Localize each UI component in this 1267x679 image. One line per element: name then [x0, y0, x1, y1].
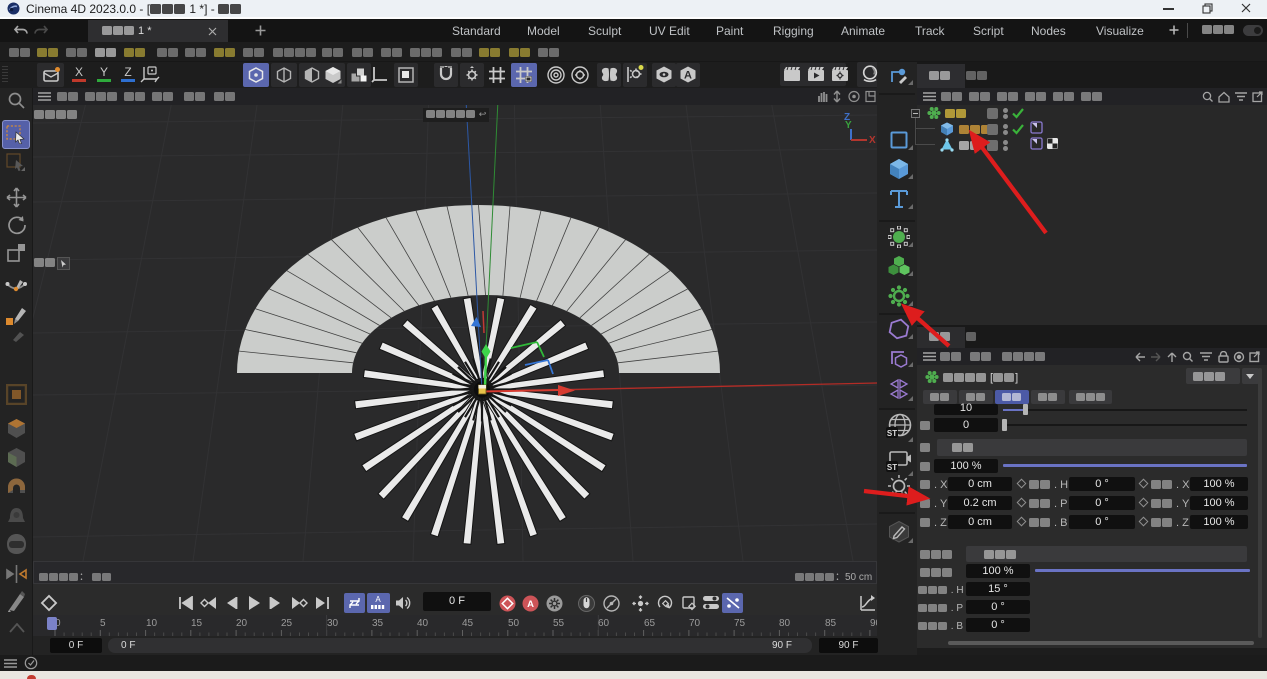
svg-text:ST: ST [887, 463, 897, 472]
svg-text:15: 15 [191, 618, 203, 629]
svg-text:60: 60 [598, 618, 610, 629]
svg-text:55: 55 [553, 618, 565, 629]
svg-text:70: 70 [689, 618, 701, 629]
svg-text:10: 10 [146, 618, 158, 629]
svg-text:20: 20 [236, 618, 248, 629]
svg-text:ST: ST [887, 429, 897, 438]
svg-text:A: A [375, 595, 381, 604]
svg-text:35: 35 [372, 618, 384, 629]
svg-text:X: X [869, 135, 876, 143]
svg-text:65: 65 [644, 618, 656, 629]
svg-text:80: 80 [779, 618, 791, 629]
svg-text:40: 40 [417, 618, 429, 629]
svg-text:A: A [527, 599, 534, 610]
svg-text:30: 30 [327, 618, 339, 629]
svg-text:5: 5 [100, 618, 106, 629]
svg-text:50: 50 [508, 618, 520, 629]
svg-text:A: A [684, 70, 692, 82]
svg-text:25: 25 [281, 618, 293, 629]
svg-text:45: 45 [462, 618, 474, 629]
svg-text:85: 85 [825, 618, 837, 629]
svg-text:75: 75 [734, 618, 746, 629]
svg-text:90: 90 [870, 618, 877, 629]
